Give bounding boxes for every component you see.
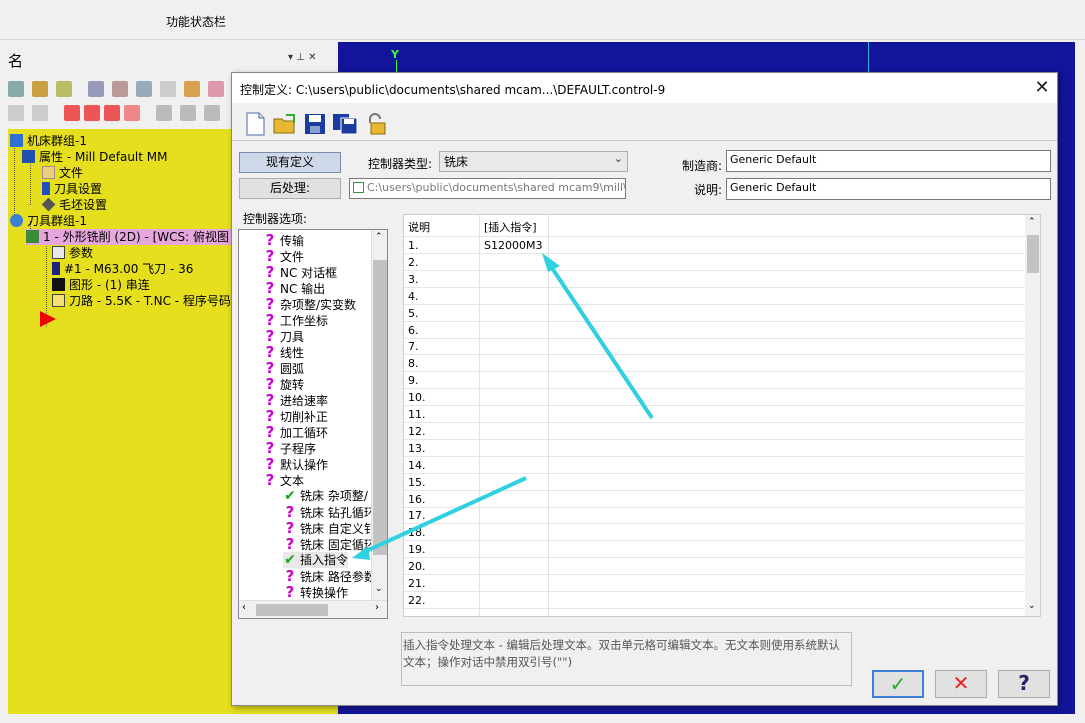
annotation-arrows	[352, 253, 654, 560]
annotation-arrowhead-grid	[542, 253, 560, 272]
annotation-arrow-to-grid	[546, 260, 654, 420]
annotation-arrowhead-option	[352, 546, 370, 560]
annotation-arrow-to-option	[361, 476, 527, 555]
